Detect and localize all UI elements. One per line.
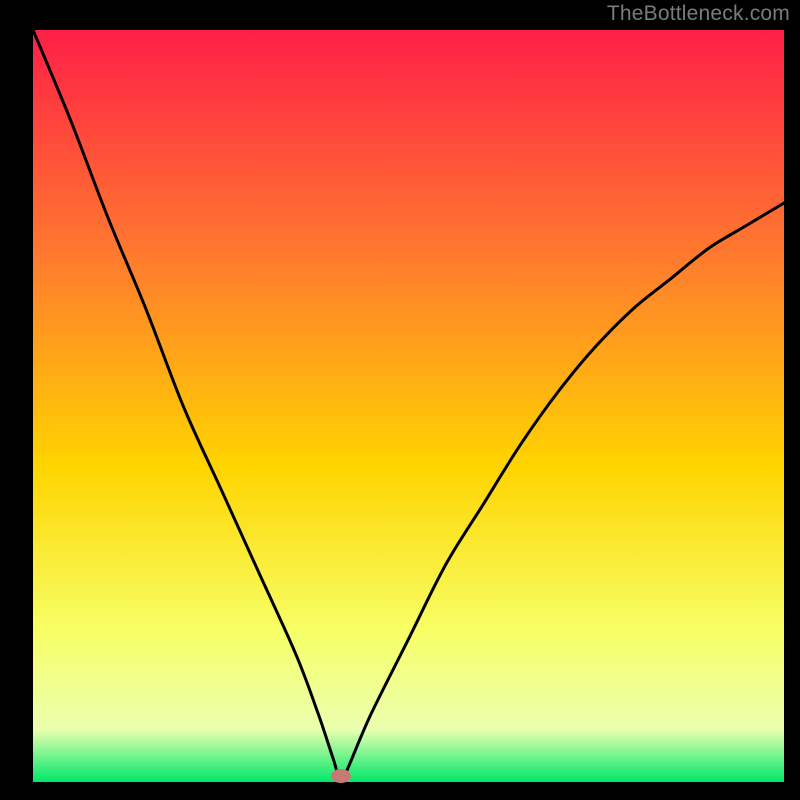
plot-area (33, 30, 784, 782)
chart-frame: TheBottleneck.com (0, 0, 800, 800)
bottleneck-chart (0, 0, 800, 800)
attribution-label: TheBottleneck.com (607, 2, 790, 26)
minimum-marker (331, 769, 351, 783)
